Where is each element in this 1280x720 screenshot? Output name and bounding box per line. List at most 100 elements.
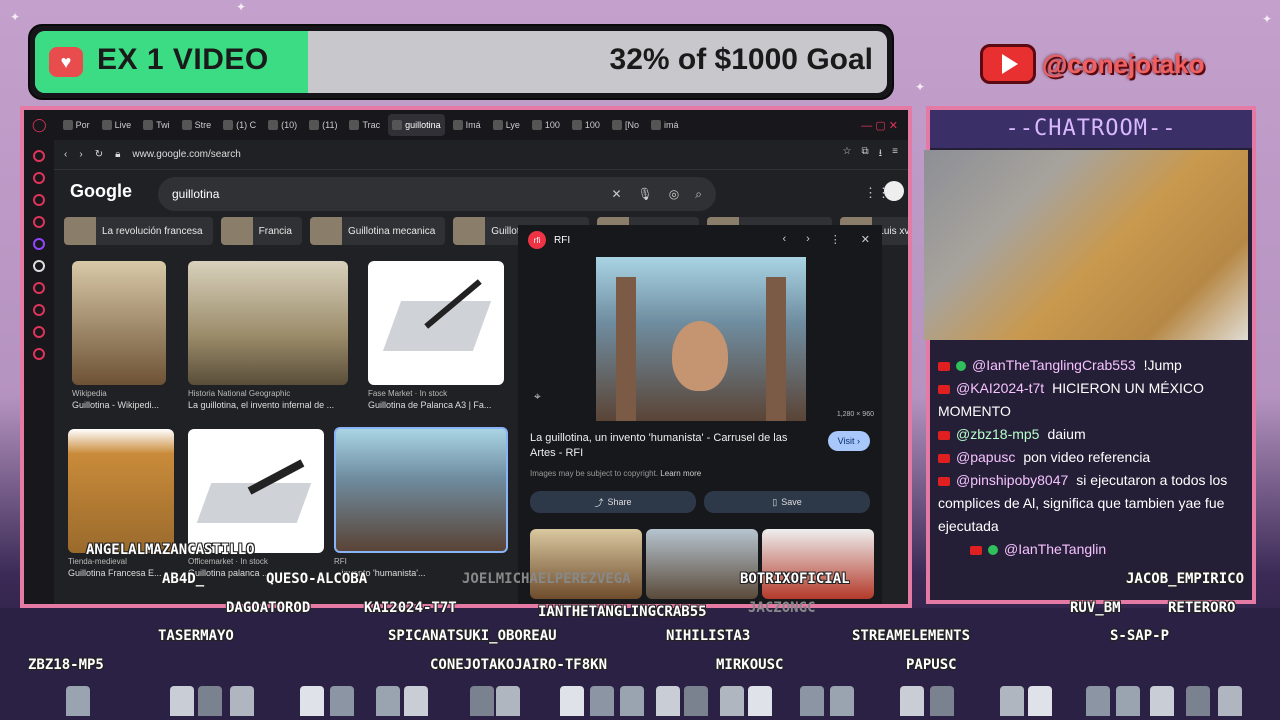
avatar[interactable]: [884, 181, 904, 201]
twitch-icon[interactable]: [33, 238, 45, 250]
filter-chip[interactable]: Francia: [220, 217, 302, 245]
sidebar-icon[interactable]: [33, 282, 45, 294]
chat-username[interactable]: @IanTheTanglin: [1004, 541, 1106, 557]
viewer-avatar-sprite: [330, 686, 354, 716]
result-image[interactable]: [68, 429, 174, 553]
copyright-notice: Images may be subject to copyright.: [530, 469, 659, 478]
extensions-icon[interactable]: ⧉: [862, 146, 869, 163]
result-title[interactable]: Guillotina - Wikipedi...: [72, 400, 166, 410]
sidebar-icon[interactable]: [33, 304, 45, 316]
preview-source[interactable]: RFI: [554, 235, 570, 246]
result-image[interactable]: [368, 261, 504, 385]
bookmark-icon[interactable]: ☆: [843, 146, 852, 163]
tab-favicon-icon: [492, 120, 503, 130]
result-source: RFI: [334, 557, 347, 566]
tab-favicon-icon: [571, 120, 582, 130]
tab[interactable]: Por: [59, 114, 94, 136]
settings-icon[interactable]: [33, 348, 45, 360]
lens-icon[interactable]: ◎: [669, 187, 679, 202]
mic-icon[interactable]: 🎙︎: [638, 187, 653, 202]
tab[interactable]: Stre: [178, 114, 216, 136]
url-field[interactable]: www.google.com/search: [132, 149, 240, 160]
sidebar-icon[interactable]: [33, 326, 45, 338]
clear-icon[interactable]: ✕: [611, 187, 621, 202]
sidebar-icon[interactable]: [33, 216, 45, 228]
tab[interactable]: Live: [98, 114, 136, 136]
forward-icon[interactable]: ›: [79, 149, 82, 160]
next-icon[interactable]: ›: [806, 233, 810, 246]
viewer-avatar-sprite: [590, 686, 614, 716]
tab[interactable]: imá: [647, 114, 683, 136]
rfi-logo-icon: rfi: [528, 231, 546, 249]
webcam-feed: [924, 150, 1248, 340]
preview-image[interactable]: [596, 257, 806, 421]
chat-username[interactable]: @pinshipoby8047: [956, 472, 1068, 488]
google-results-page: Google guillotina ✕ 🎙︎ ◎ ⌕ ⋮⋮ La revoluc…: [54, 171, 908, 604]
x-icon[interactable]: [33, 260, 45, 272]
tab[interactable]: 100: [568, 114, 604, 136]
apps-grid-icon[interactable]: ⋮⋮: [864, 185, 890, 200]
sidebar-icon[interactable]: [33, 194, 45, 206]
tab-active[interactable]: guillotina: [388, 114, 445, 136]
visit-button[interactable]: Visit ›: [827, 431, 870, 451]
tab[interactable]: (11): [305, 114, 341, 136]
tab[interactable]: (10): [264, 114, 301, 136]
donation-goal-bar: ♥ EX 1 VIDEO 32% of $1000 Goal: [28, 24, 894, 100]
result-image[interactable]: [188, 261, 348, 385]
viewer-name-label: BOTRIXOFICIAL: [740, 571, 850, 587]
prev-icon[interactable]: ‹: [782, 233, 786, 246]
result-image[interactable]: [72, 261, 166, 385]
result-card[interactable]: Fase Market · In stock Guillotina de Pal…: [368, 261, 504, 410]
tab[interactable]: Trac: [345, 114, 384, 136]
reload-icon[interactable]: ↻: [95, 149, 103, 160]
related-image[interactable]: [762, 529, 874, 599]
menu-icon[interactable]: ≡: [892, 146, 898, 163]
viewer-avatar-sprite: [748, 686, 772, 716]
preview-title[interactable]: La guillotina, un invento 'humanista' - …: [530, 431, 810, 461]
result-title[interactable]: Guillotina Francesa E...: [68, 568, 174, 578]
sidebar-icon[interactable]: [33, 150, 45, 162]
chat-username[interactable]: @IanTheTanglingCrab553: [972, 357, 1136, 373]
result-image[interactable]: [188, 429, 324, 553]
chat-username[interactable]: @KAI2024-t7t: [956, 380, 1044, 396]
back-icon[interactable]: ‹: [64, 149, 67, 160]
viewer-avatar-sprite: [170, 686, 194, 716]
chip-thumbnail: [64, 217, 96, 245]
filter-chip[interactable]: La revolución francesa: [64, 217, 213, 245]
tab[interactable]: [No: [608, 114, 643, 136]
sidebar-icon[interactable]: [33, 172, 45, 184]
chat-username[interactable]: @papusc: [956, 449, 1015, 465]
more-icon[interactable]: ⋮: [830, 233, 841, 246]
search-icon[interactable]: ⌕: [695, 187, 702, 202]
save-button[interactable]: ▯ Save: [704, 491, 870, 513]
result-title[interactable]: Guillotina de Palanca A3 | Fa...: [368, 400, 504, 410]
opera-logo-icon[interactable]: ◯: [32, 117, 47, 133]
tab[interactable]: Lye: [489, 114, 524, 136]
tab[interactable]: 100: [528, 114, 564, 136]
filter-chip[interactable]: Guillotina mecanica: [309, 217, 446, 245]
result-title[interactable]: La guillotina, el invento infernal de ..…: [188, 400, 348, 410]
google-logo[interactable]: Google: [70, 181, 132, 202]
tab-favicon-icon: [309, 120, 320, 130]
chat-username[interactable]: @zbz18-mp5: [956, 426, 1039, 442]
lens-search-icon[interactable]: ⌖: [534, 389, 541, 404]
result-card[interactable]: Historia National Geographic La guilloti…: [188, 261, 348, 410]
result-card[interactable]: Wikipedia Guillotina - Wikipedi...: [72, 261, 166, 410]
tab[interactable]: Twi: [139, 114, 174, 136]
related-image[interactable]: [530, 529, 642, 599]
close-icon[interactable]: ✕: [861, 233, 870, 246]
toolbar-icons: ☆ ⧉ ⭳ ≡: [843, 146, 898, 163]
download-icon[interactable]: ⭳: [879, 146, 883, 163]
share-button[interactable]: ⤴ Share: [530, 491, 696, 513]
result-card-selected[interactable]: RFI ...invento 'humanista'...: [334, 427, 508, 578]
tab[interactable]: (1) C: [219, 114, 260, 136]
tab-favicon-icon: [392, 120, 403, 130]
tab[interactable]: Imá: [449, 114, 485, 136]
learn-more-link[interactable]: Learn more: [660, 469, 701, 478]
related-image[interactable]: [646, 529, 758, 599]
viewer-avatar-sprite: [376, 686, 400, 716]
window-controls[interactable]: — ▢ ✕: [861, 119, 898, 132]
result-image[interactable]: [334, 427, 508, 553]
chat-message: @papusc pon video referencia: [938, 446, 1246, 469]
search-input[interactable]: guillotina ✕ 🎙︎ ◎ ⌕: [158, 177, 716, 211]
